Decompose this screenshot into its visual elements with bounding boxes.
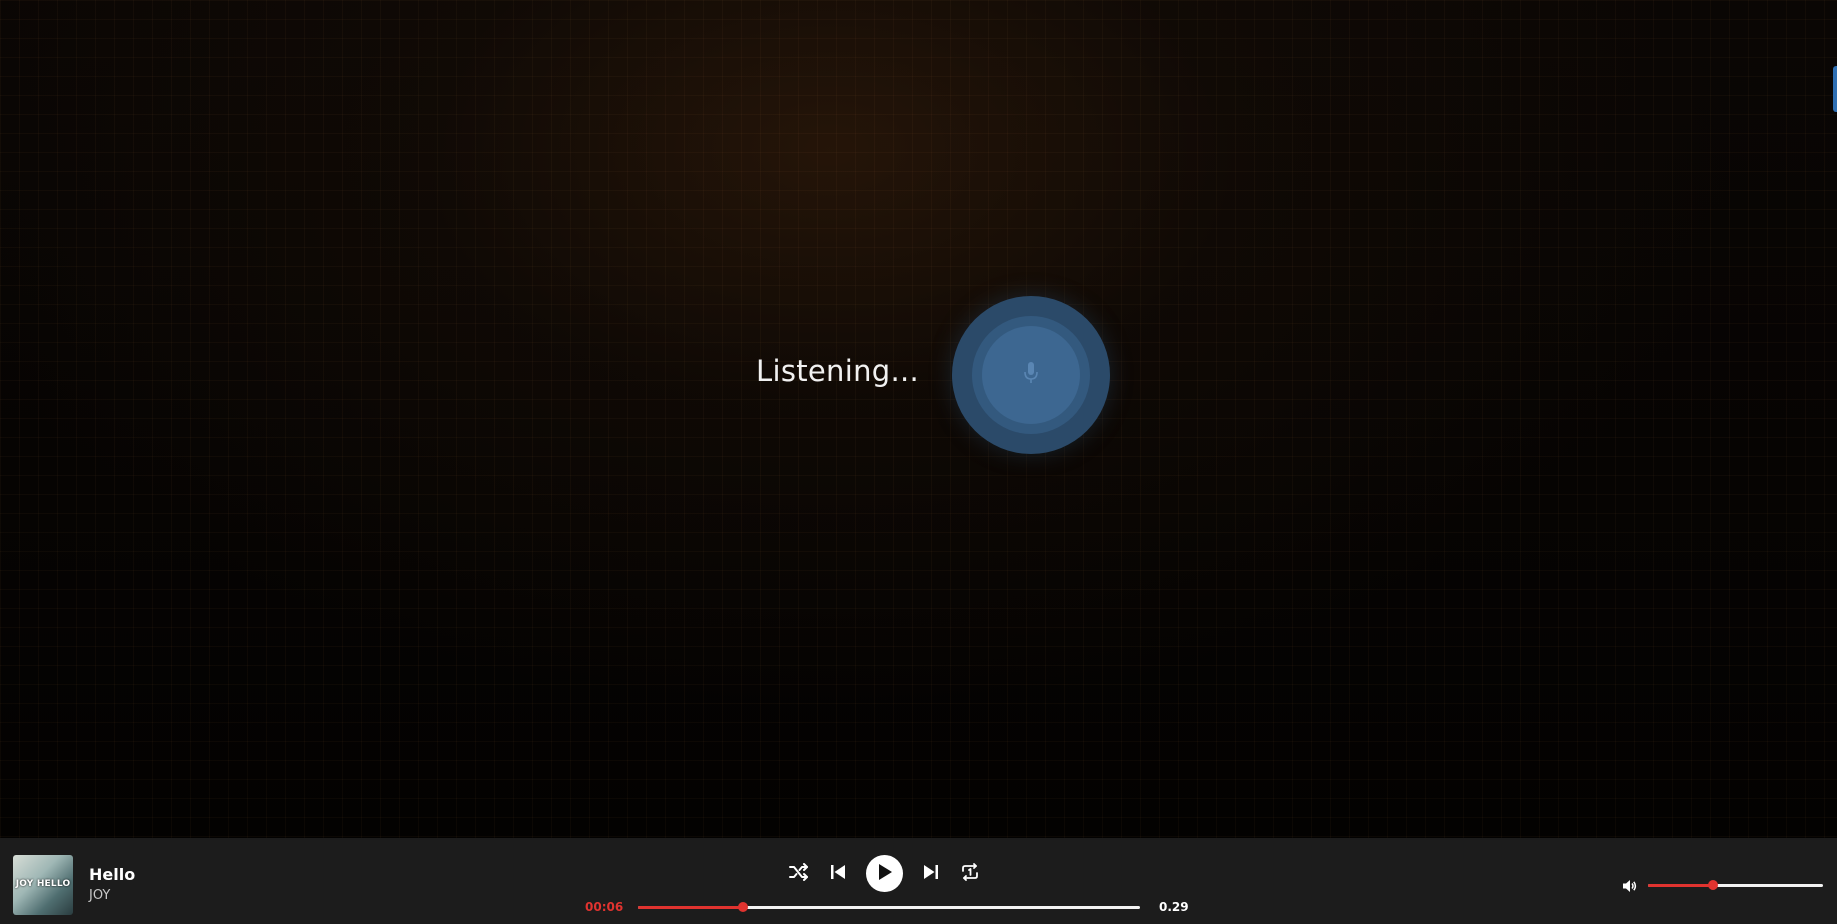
total-time: 0.29 (1159, 900, 1189, 914)
volume-icon (1622, 878, 1637, 897)
volume-slider[interactable] (1648, 880, 1823, 890)
play-icon (877, 863, 893, 885)
repeat-one-icon (960, 863, 980, 885)
side-panel-handle[interactable] (1833, 66, 1837, 112)
track-title[interactable]: Hello (89, 865, 135, 884)
next-icon (923, 864, 939, 884)
shuffle-button[interactable] (788, 863, 810, 885)
shuffle-icon (789, 863, 809, 885)
next-button[interactable] (920, 863, 942, 885)
mute-button[interactable] (1622, 878, 1637, 897)
album-cover-text: JOY HELLO (15, 879, 71, 889)
voice-search-button[interactable] (952, 296, 1110, 454)
seek-bar-fill (638, 906, 744, 909)
current-time: 00:06 (585, 900, 624, 914)
volume-slider-fill (1648, 884, 1713, 887)
volume-handle[interactable] (1707, 880, 1718, 890)
mic-core (982, 326, 1080, 424)
player-bar: JOY HELLO Hello JOY 00:06 0.29 (0, 838, 1837, 924)
mic-pulse-ring (972, 316, 1090, 434)
previous-icon (830, 864, 846, 884)
voice-status-text: Listening... (756, 354, 920, 388)
previous-button[interactable] (827, 863, 849, 885)
seek-bar[interactable] (638, 902, 1140, 912)
visualizer-area: Listening... (0, 0, 1837, 838)
repeat-button[interactable] (959, 863, 981, 885)
track-artist[interactable]: JOY (89, 888, 110, 903)
album-cover[interactable]: JOY HELLO (13, 855, 73, 915)
background-grid (0, 0, 1837, 838)
seek-handle[interactable] (738, 902, 749, 912)
play-button[interactable] (866, 855, 903, 892)
microphone-icon (1024, 362, 1038, 388)
